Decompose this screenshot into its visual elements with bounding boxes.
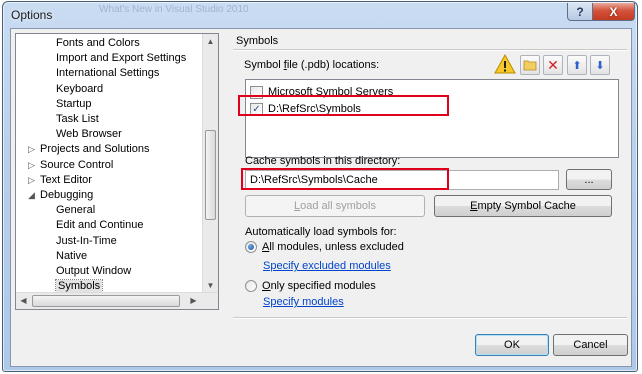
dialog-title: Options <box>11 8 53 22</box>
locations-label: Symbol file (.pdb) locations: <box>244 59 380 71</box>
tree-item-label: Projects and Solutions <box>40 143 150 156</box>
expanded-arrow-icon[interactable]: ◢ <box>28 188 40 203</box>
radio-only-specified[interactable]: Only specified modules <box>245 280 376 292</box>
collapsed-arrow-icon[interactable]: ▷ <box>28 173 40 188</box>
scroll-thumb-horizontal[interactable] <box>32 295 180 307</box>
scroll-down-icon[interactable]: ▼ <box>203 278 218 293</box>
tree-item-label: Edit and Continue <box>56 219 144 232</box>
tree-item-label: Text Editor <box>40 173 92 186</box>
tree-item-label: Task List <box>56 113 99 125</box>
tree-item[interactable]: General <box>56 203 95 218</box>
radio-button[interactable] <box>245 241 257 253</box>
browse-button[interactable]: ... <box>566 169 612 190</box>
tree-item-label: Output Window <box>56 265 132 277</box>
specify-modules-link[interactable]: Specify modules <box>263 296 344 308</box>
tree-item-label: General <box>56 204 96 217</box>
cache-label: Cache symbols in this directory: <box>245 155 401 167</box>
move-up-button[interactable]: ⬆ <box>567 55 587 75</box>
collapsed-arrow-icon[interactable]: ▷ <box>28 142 40 157</box>
specify-excluded-modules-link[interactable]: Specify excluded modules <box>263 260 391 272</box>
close-button[interactable]: X <box>592 3 635 21</box>
tree-item[interactable]: Web Browser <box>56 127 122 142</box>
delete-x-icon: ✕ <box>547 56 559 73</box>
tree-item[interactable]: Import and Export Settings <box>56 51 186 66</box>
options-dialog: What's New in Visual Studio 2010 Options… <box>2 1 638 372</box>
folder-icon <box>523 60 537 71</box>
tree-item[interactable]: Startup <box>56 97 91 112</box>
new-folder-button[interactable] <box>520 55 540 75</box>
tree-item-label: Startup <box>56 97 92 110</box>
tree-item[interactable]: Native <box>56 249 87 264</box>
tree-item-label: Native <box>56 249 88 262</box>
options-tree[interactable]: Fonts and Colors Import and Export Settin… <box>15 33 219 310</box>
tree-item[interactable]: Edit and Continue <box>56 218 143 233</box>
tree-item-label: Source Control <box>40 158 114 171</box>
radio-button[interactable] <box>245 280 257 292</box>
scroll-up-icon[interactable]: ▲ <box>203 34 218 49</box>
tree-item[interactable]: ▷ Source Control <box>28 158 113 173</box>
tree-item[interactable]: Just-In-Time <box>56 234 117 249</box>
tree-item-label: International Settings <box>56 67 160 80</box>
warning-icon <box>494 53 516 74</box>
highlight-box-location <box>238 95 449 116</box>
collapsed-arrow-icon[interactable]: ▷ <box>28 158 40 173</box>
tree-item-label: Web Browser <box>56 128 122 141</box>
scroll-right-icon[interactable]: ▶ <box>186 293 201 309</box>
tree-item[interactable]: ▷ Text Editor <box>28 173 92 188</box>
section-title: Symbols <box>236 35 279 47</box>
tree-vertical-scrollbar[interactable]: ▲ ▼ <box>202 34 218 293</box>
tree-item-label: Debugging <box>40 189 94 201</box>
tree-item[interactable]: International Settings <box>56 66 159 81</box>
tree-item[interactable]: ◢ Debugging <box>28 188 93 203</box>
scroll-thumb[interactable] <box>205 130 216 220</box>
remove-location-button[interactable]: ✕ <box>543 55 563 75</box>
tree-horizontal-scrollbar[interactable]: ◀ ▶ <box>16 292 218 309</box>
arrow-up-icon: ⬆ <box>572 59 582 72</box>
section-divider <box>233 49 627 50</box>
arrow-down-icon: ⬇ <box>595 59 605 72</box>
tree-item-label: Fonts and Colors <box>56 37 140 49</box>
tree-item[interactable]: Output Window <box>56 264 131 279</box>
symbol-locations-list[interactable]: Microsoft Symbol Servers ✓ D:\RefSrc\Sym… <box>245 79 619 158</box>
radio-label: Only specified modules <box>262 280 376 292</box>
dialog-client-area: Fonts and Colors Import and Export Settin… <box>10 28 632 367</box>
radio-label: All modules, unless excluded <box>262 241 404 253</box>
background-window-text: What's New in Visual Studio 2010 <box>99 4 249 15</box>
load-all-symbols-button[interactable]: Load all symbols <box>245 195 425 217</box>
footer-divider <box>233 317 627 318</box>
empty-symbol-cache-button[interactable]: Empty Symbol Cache <box>434 195 612 217</box>
tree-item-label: Just-In-Time <box>56 234 117 247</box>
tree-item[interactable]: Task List <box>56 112 99 127</box>
tree-item-label: Symbols <box>54 279 104 294</box>
ok-button[interactable]: OK <box>475 334 549 356</box>
tree-item-label: Keyboard <box>56 82 104 95</box>
cancel-button[interactable]: Cancel <box>553 334 628 356</box>
tree-item-label: Import and Export Settings <box>56 52 187 65</box>
tree-item[interactable]: Fonts and Colors <box>56 36 140 51</box>
highlight-box-cache <box>241 168 449 190</box>
tree-item[interactable]: ▷ Projects and Solutions <box>28 142 149 157</box>
move-down-button[interactable]: ⬇ <box>590 55 610 75</box>
auto-load-label: Automatically load symbols for: <box>245 226 397 238</box>
radio-all-modules[interactable]: All modules, unless excluded <box>245 241 404 253</box>
help-button[interactable]: ? <box>567 3 593 21</box>
scroll-left-icon[interactable]: ◀ <box>16 293 31 309</box>
tree-item[interactable]: Keyboard <box>56 82 103 97</box>
